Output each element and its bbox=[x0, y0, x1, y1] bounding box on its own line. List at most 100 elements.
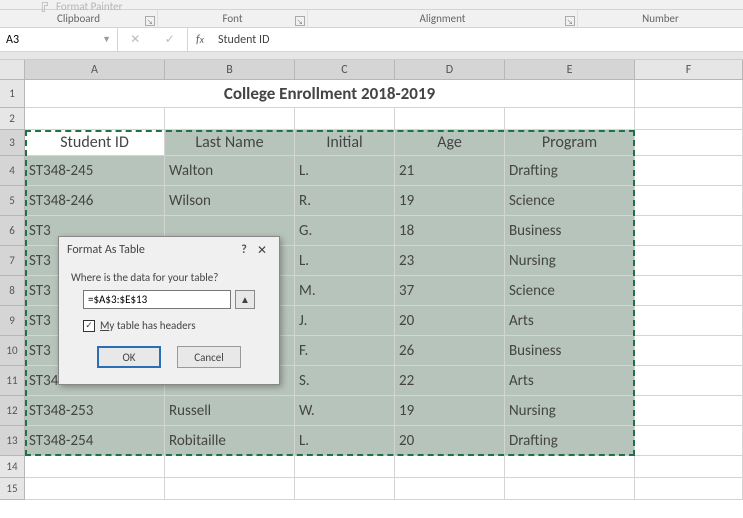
title-cell[interactable]: College Enrollment 2018-2019 bbox=[25, 80, 635, 108]
cell-E12[interactable]: Nursing bbox=[505, 396, 635, 426]
cell-F11[interactable] bbox=[635, 366, 743, 396]
cell-B2[interactable] bbox=[165, 108, 295, 130]
col-header-E[interactable]: E bbox=[505, 60, 635, 79]
cell-A13[interactable]: ST348-254 bbox=[25, 426, 165, 456]
row-header-15[interactable]: 15 bbox=[0, 478, 25, 500]
row-header-1[interactable]: 1 bbox=[0, 80, 25, 108]
cell-E4[interactable]: Drafting bbox=[505, 156, 635, 186]
select-all-corner[interactable] bbox=[0, 60, 25, 79]
help-button[interactable]: ? bbox=[235, 243, 253, 257]
row-header-12[interactable]: 12 bbox=[0, 396, 25, 426]
cell-B3[interactable]: Last Name bbox=[165, 130, 295, 156]
row-header-13[interactable]: 13 bbox=[0, 426, 25, 456]
cell-C12[interactable]: W. bbox=[295, 396, 395, 426]
headers-checkbox[interactable]: ✓ bbox=[83, 320, 95, 332]
cell-D7[interactable]: 23 bbox=[395, 246, 505, 276]
ok-button[interactable]: OK bbox=[97, 346, 161, 368]
cell-A2[interactable] bbox=[25, 108, 165, 130]
cell-F3[interactable] bbox=[635, 130, 743, 156]
cell-C6[interactable]: G. bbox=[295, 216, 395, 246]
cell-C13[interactable]: L. bbox=[295, 426, 395, 456]
cell-D3[interactable]: Age bbox=[395, 130, 505, 156]
cell-A12[interactable]: ST348-253 bbox=[25, 396, 165, 426]
col-header-C[interactable]: C bbox=[295, 60, 395, 79]
cell-C7[interactable]: L. bbox=[295, 246, 395, 276]
name-box[interactable]: ▼ bbox=[0, 28, 118, 51]
cell-F2[interactable] bbox=[635, 108, 743, 130]
cell-C5[interactable]: R. bbox=[295, 186, 395, 216]
enter-icon[interactable]: ✓ bbox=[165, 32, 175, 47]
cell-D8[interactable]: 37 bbox=[395, 276, 505, 306]
cell-C10[interactable]: F. bbox=[295, 336, 395, 366]
cell-F1[interactable] bbox=[635, 80, 743, 108]
row-header-2[interactable]: 2 bbox=[0, 108, 25, 130]
cell-D5[interactable]: 19 bbox=[395, 186, 505, 216]
fx-icon[interactable]: fx bbox=[188, 28, 212, 51]
cell-E11[interactable]: Arts bbox=[505, 366, 635, 396]
range-input[interactable] bbox=[83, 290, 231, 309]
cell-D2[interactable] bbox=[395, 108, 505, 130]
col-header-B[interactable]: B bbox=[165, 60, 295, 79]
cancel-button[interactable]: Cancel bbox=[177, 346, 241, 368]
cell-D10[interactable]: 26 bbox=[395, 336, 505, 366]
cell-E3[interactable]: Program bbox=[505, 130, 635, 156]
cell-D6[interactable]: 18 bbox=[395, 216, 505, 246]
cell-F9[interactable] bbox=[635, 306, 743, 336]
cell-F5[interactable] bbox=[635, 186, 743, 216]
cell-E5[interactable]: Science bbox=[505, 186, 635, 216]
cell-C9[interactable]: J. bbox=[295, 306, 395, 336]
cell-C8[interactable]: M. bbox=[295, 276, 395, 306]
cell-D11[interactable]: 22 bbox=[395, 366, 505, 396]
close-button[interactable]: ✕ bbox=[253, 243, 271, 258]
cell-B13[interactable]: Robitaille bbox=[165, 426, 295, 456]
name-box-input[interactable] bbox=[6, 33, 86, 47]
cell-F8[interactable] bbox=[635, 276, 743, 306]
row-header-5[interactable]: 5 bbox=[0, 186, 25, 216]
cell-E6[interactable]: Business bbox=[505, 216, 635, 246]
cell-E10[interactable]: Business bbox=[505, 336, 635, 366]
cell-D12[interactable]: 19 bbox=[395, 396, 505, 426]
row-header-8[interactable]: 8 bbox=[0, 276, 25, 306]
cell-E13[interactable]: Drafting bbox=[505, 426, 635, 456]
cell-C11[interactable]: S. bbox=[295, 366, 395, 396]
cell-F4[interactable] bbox=[635, 156, 743, 186]
clipboard-dialog-launcher[interactable]: ↘ bbox=[145, 16, 155, 26]
cell-B12[interactable]: Russell bbox=[165, 396, 295, 426]
cell-F10[interactable] bbox=[635, 336, 743, 366]
chevron-down-icon[interactable]: ▼ bbox=[102, 34, 111, 45]
cell-A4[interactable]: ST348-245 bbox=[25, 156, 165, 186]
col-header-D[interactable]: D bbox=[395, 60, 505, 79]
alignment-dialog-launcher[interactable]: ↘ bbox=[565, 16, 575, 26]
row-header-14[interactable]: 14 bbox=[0, 456, 25, 478]
cell-E8[interactable]: Science bbox=[505, 276, 635, 306]
cell-A3[interactable]: Student ID bbox=[25, 130, 165, 156]
cell-C4[interactable]: L. bbox=[295, 156, 395, 186]
collapse-dialog-button[interactable]: ▲ bbox=[235, 290, 255, 309]
cell-D4[interactable]: 21 bbox=[395, 156, 505, 186]
cell-C3[interactable]: Initial bbox=[295, 130, 395, 156]
cell-F12[interactable] bbox=[635, 396, 743, 426]
row-header-9[interactable]: 9 bbox=[0, 306, 25, 336]
cell-D13[interactable]: 20 bbox=[395, 426, 505, 456]
cancel-icon[interactable]: ✕ bbox=[130, 32, 140, 47]
cell-F6[interactable] bbox=[635, 216, 743, 246]
cell-E7[interactable]: Nursing bbox=[505, 246, 635, 276]
row-header-10[interactable]: 10 bbox=[0, 336, 25, 366]
cell-B5[interactable]: Wilson bbox=[165, 186, 295, 216]
cell-F7[interactable] bbox=[635, 246, 743, 276]
cell-E2[interactable] bbox=[505, 108, 635, 130]
formula-bar[interactable]: Student ID bbox=[212, 28, 743, 51]
row-header-3[interactable]: 3 bbox=[0, 130, 25, 156]
cell-A5[interactable]: ST348-246 bbox=[25, 186, 165, 216]
cell-D9[interactable]: 20 bbox=[395, 306, 505, 336]
font-dialog-launcher[interactable]: ↘ bbox=[295, 16, 305, 26]
cell-F13[interactable] bbox=[635, 426, 743, 456]
row-header-6[interactable]: 6 bbox=[0, 216, 25, 246]
row-header-11[interactable]: 11 bbox=[0, 366, 25, 396]
col-header-A[interactable]: A bbox=[25, 60, 165, 79]
row-header-7[interactable]: 7 bbox=[0, 246, 25, 276]
cell-B4[interactable]: Walton bbox=[165, 156, 295, 186]
row-header-4[interactable]: 4 bbox=[0, 156, 25, 186]
headers-checkbox-row[interactable]: ✓ My table has headers bbox=[83, 319, 255, 332]
cell-E9[interactable]: Arts bbox=[505, 306, 635, 336]
